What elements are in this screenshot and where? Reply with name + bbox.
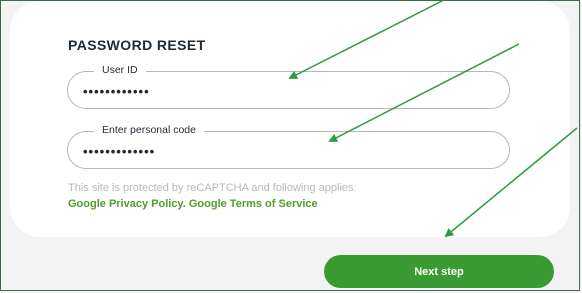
personal-code-field[interactable]: Enter personal code •••••••••••••	[67, 124, 510, 169]
user-id-label: User ID	[94, 64, 146, 76]
terms-of-service-link[interactable]: Google Terms of Service	[189, 198, 318, 210]
personal-code-label: Enter personal code	[94, 124, 204, 136]
next-step-button[interactable]: Next step	[324, 255, 554, 288]
privacy-policy-link[interactable]: Google Privacy Policy.	[68, 198, 186, 210]
recaptcha-notice: This site is protected by reCAPTCHA and …	[68, 182, 357, 194]
user-id-field[interactable]: User ID ••••••••••••	[67, 64, 510, 109]
user-id-input[interactable]: ••••••••••••	[83, 84, 150, 99]
policy-links: Google Privacy Policy. Google Terms of S…	[68, 198, 318, 210]
personal-code-input[interactable]: •••••••••••••	[83, 144, 155, 159]
page-title: PASSWORD RESET	[68, 37, 206, 53]
screenshot-frame: PASSWORD RESET User ID •••••••••••• Ente…	[0, 0, 580, 291]
